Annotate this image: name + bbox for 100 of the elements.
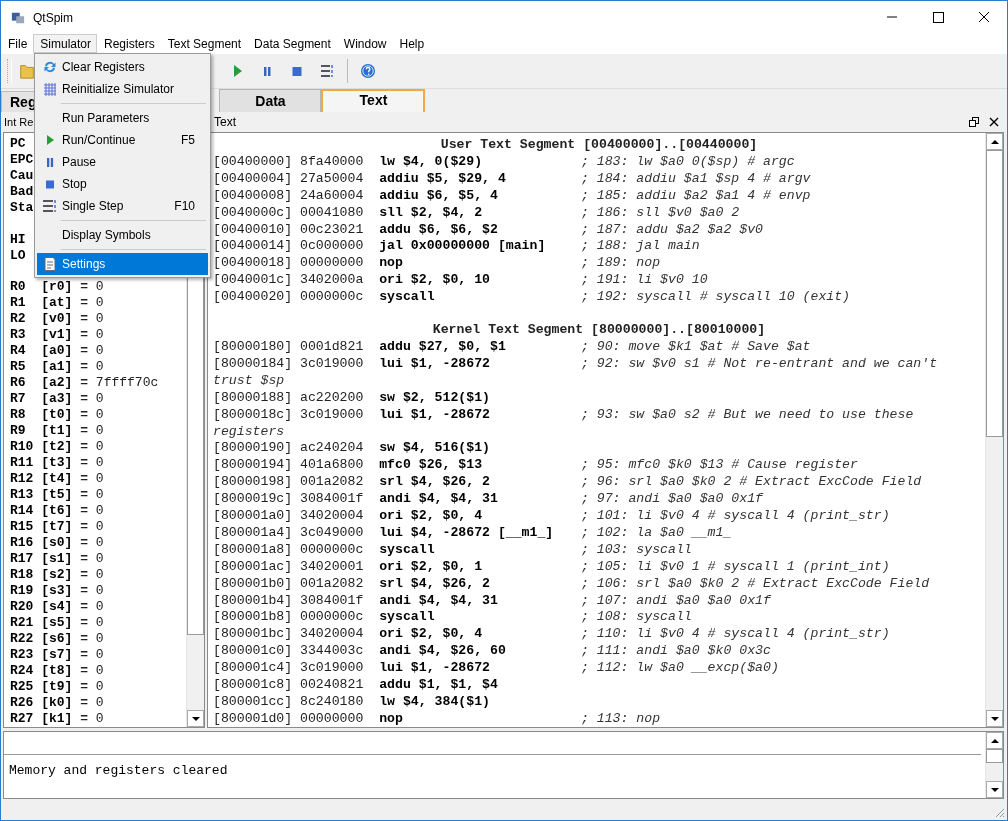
console-message: Memory and registers cleared: [8, 762, 229, 778]
register-value: = 0: [80, 583, 104, 599]
source-comment: ; 96: srl $a0 $k0 2 # Extract ExcCode Field: [580, 474, 922, 492]
up-arrow-icon: [990, 736, 999, 745]
address: [00400004]: [213, 170, 294, 188]
instruction: lui $1, -28672: [379, 406, 491, 424]
instruction: andi $4, $26, 60: [379, 643, 507, 661]
close-icon[interactable]: [989, 117, 999, 127]
register-alias: [t3]: [41, 455, 73, 471]
instruction: addu $1, $1, $4: [379, 677, 499, 694]
scroll-down-button[interactable]: [986, 781, 1003, 798]
register-name: R3: [10, 327, 27, 343]
register-value: = 0: [80, 615, 104, 631]
menu-item[interactable]: Display Symbols: [37, 224, 208, 246]
register-alias: [t9]: [41, 679, 73, 695]
register-value: = 0: [80, 407, 104, 423]
instruction: ori $2, $0, 4: [379, 626, 484, 644]
instruction: syscall: [379, 289, 436, 307]
source-comment: ; 111: andi $a0 $k0 0x3c: [580, 643, 771, 661]
document-icon: [41, 256, 58, 272]
scrollbar[interactable]: [985, 732, 1003, 798]
source-comment: registers: [213, 423, 285, 441]
register-alias: [a1]: [41, 359, 73, 375]
register-value: = 0: [80, 295, 104, 311]
machine-code: 8fa40000: [300, 153, 365, 171]
instruction: srl $4, $26, 2: [379, 474, 491, 492]
register-name: EPC: [10, 152, 35, 168]
source-comment: ; 108: syscall: [580, 609, 692, 627]
instruction: addu $27, $0, $1: [379, 338, 507, 356]
menu-item[interactable]: Stop: [37, 173, 208, 195]
register-value: = 0: [80, 343, 104, 359]
menu-item[interactable]: Data Segment: [247, 34, 337, 53]
scroll-down-button[interactable]: [187, 710, 204, 727]
scroll-up-button[interactable]: [986, 732, 1003, 749]
machine-code: 3c019000: [300, 355, 365, 373]
single-step-icon[interactable]: [319, 62, 335, 80]
scroll-up-button[interactable]: [986, 133, 1003, 150]
menu-item[interactable]: Clear Registers: [37, 56, 208, 78]
register-value: = 0: [80, 535, 104, 551]
menu-item[interactable]: Text Segment: [160, 34, 248, 53]
tab[interactable]: Data: [219, 89, 322, 112]
float-icon[interactable]: [969, 117, 979, 127]
scrollbar-thumb[interactable]: [986, 749, 1003, 763]
menu-item[interactable]: Settings: [37, 253, 208, 275]
scroll-down-button[interactable]: [986, 710, 1003, 727]
instruction: ori $2, $0, 4: [379, 508, 484, 525]
address: [00400010]: [213, 221, 294, 239]
source-comment: ; 97: andi $a0 $a0 0x1f: [580, 491, 763, 509]
instruction: addiu $6, $5, 4: [379, 187, 499, 205]
register-value: = 0: [80, 455, 104, 471]
source-comment: ; 105: li $v0 1 # syscall 1 (print_int): [580, 558, 890, 576]
machine-code: 00240821: [300, 677, 365, 694]
tab[interactable]: Text: [321, 89, 426, 112]
menu-item[interactable]: Simulator: [33, 34, 98, 53]
address: [800001b0]: [213, 575, 294, 593]
source-comment: ; 189: nop: [580, 255, 661, 273]
machine-code: 8c240180: [300, 694, 365, 711]
machine-code: 34020004: [300, 508, 365, 525]
address: [800001a0]: [213, 508, 294, 525]
instruction: andi $4, $4, 31: [379, 592, 499, 610]
menu-item[interactable]: Registers: [97, 34, 161, 53]
menu-item[interactable]: Run/Continue F5: [37, 129, 208, 151]
address: [800001b4]: [213, 592, 294, 610]
source-comment: ; 106: srl $a0 $k0 2 # Extract ExcCode Field: [580, 575, 930, 593]
menu-item[interactable]: Window: [336, 34, 393, 53]
menu-item[interactable]: File: [1, 34, 34, 53]
address: [800001a4]: [213, 524, 294, 542]
source-comment: ; 187: addu $a2 $a2 $v0: [580, 221, 763, 239]
register-value: = 0: [80, 631, 104, 647]
register-name: R18: [10, 567, 35, 583]
register-alias: [v1]: [41, 327, 73, 343]
menu-item[interactable]: Single Step F10: [37, 195, 208, 217]
machine-code: 3c019000: [300, 406, 365, 424]
resize-grip-icon[interactable]: [993, 806, 1005, 818]
source-comment: ; 92: sw $v0 s1 # Not re-entrant and we can't: [580, 355, 938, 373]
register-alias: [r0]: [41, 279, 73, 295]
source-comment: ; 112: lw $a0 __excp($a0): [580, 660, 779, 678]
instruction: syscall: [379, 609, 436, 627]
register-alias: [s1]: [41, 551, 73, 567]
register-name: R16: [10, 535, 35, 551]
scrollbar[interactable]: [985, 133, 1003, 727]
help-icon[interactable]: [360, 62, 376, 80]
window-title: QtSpim: [33, 10, 73, 25]
register-value: = 0: [80, 487, 104, 503]
register-value: = 0: [80, 391, 104, 407]
register-name: PC: [10, 136, 27, 152]
register-name: R13: [10, 487, 35, 503]
scrollbar-thumb[interactable]: [986, 150, 1003, 437]
source-comment: ; 184: addiu $a1 $sp 4 # argv: [580, 170, 811, 188]
address: [80000194]: [213, 457, 294, 475]
register-value: = 0: [80, 311, 104, 327]
source-comment: ; 192: syscall # syscall 10 (exit): [580, 289, 851, 307]
register-name: R8: [10, 407, 27, 423]
address: [80000184]: [213, 355, 294, 373]
menu-item[interactable]: Help: [392, 34, 431, 53]
machine-code: 3402000a: [300, 272, 365, 290]
machine-code: 34020001: [300, 558, 365, 576]
register-name: R0: [10, 279, 27, 295]
register-name: LO: [10, 248, 27, 264]
menu-item[interactable]: Pause: [37, 151, 208, 173]
